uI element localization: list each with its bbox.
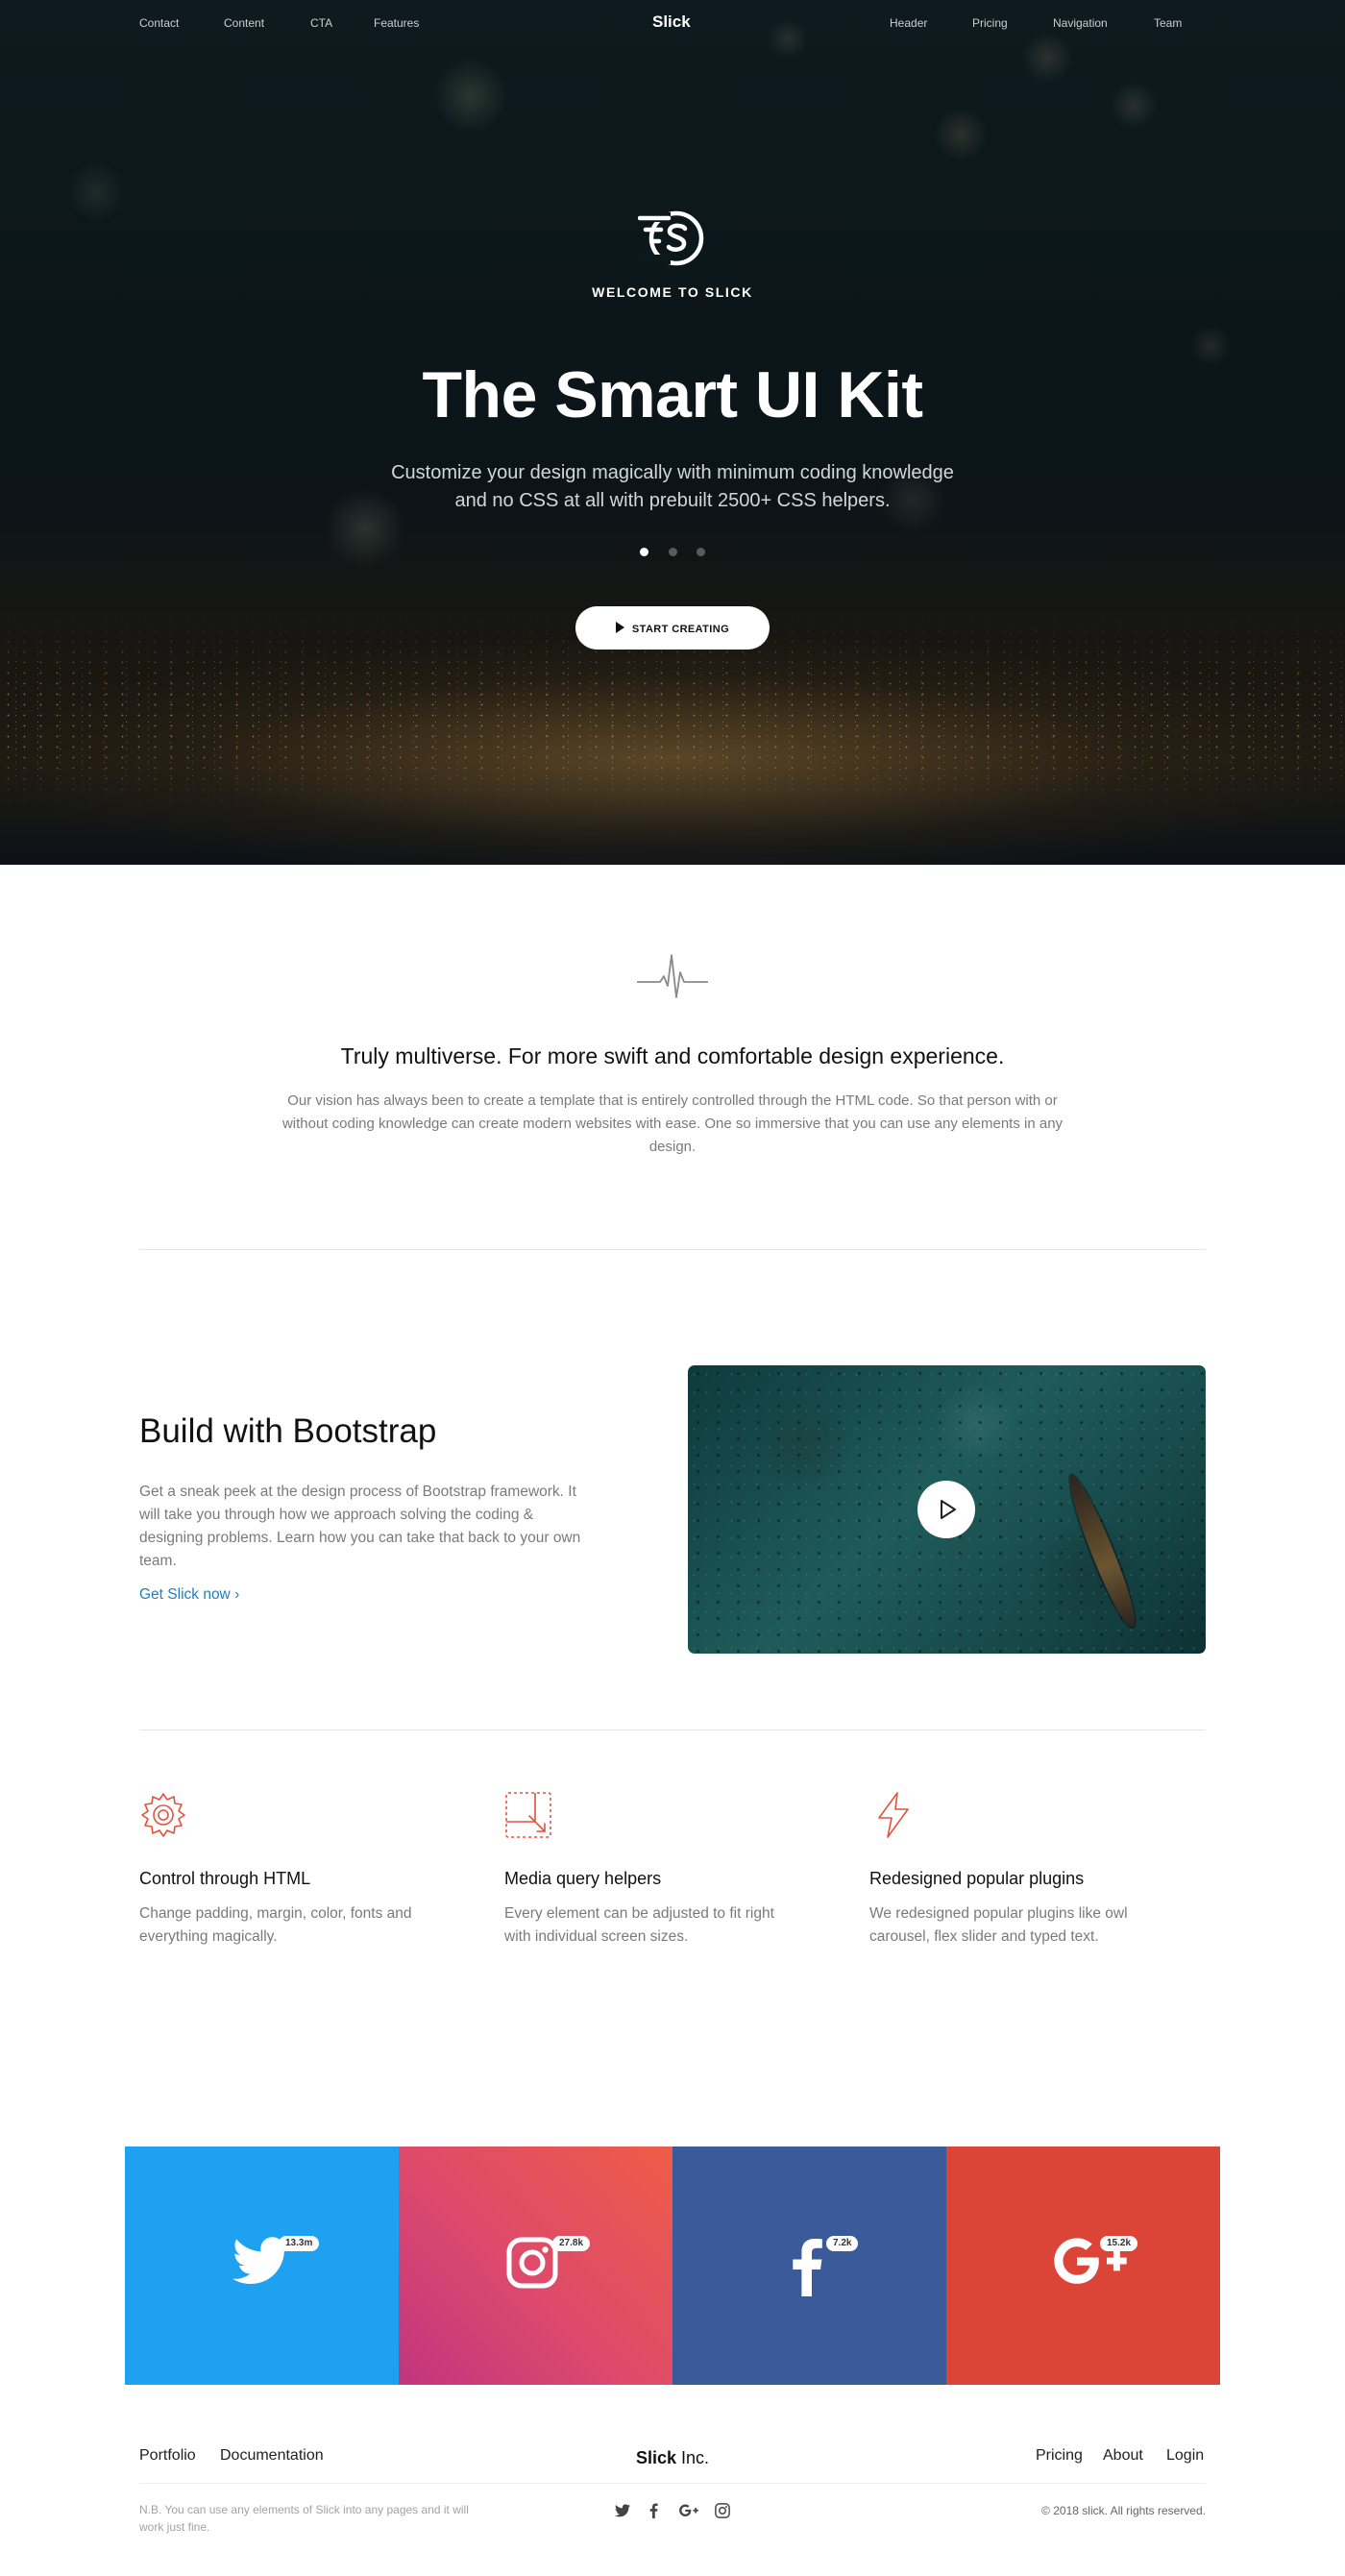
- nav-link-features[interactable]: Features: [374, 16, 419, 30]
- nav-link-header[interactable]: Header: [890, 16, 927, 30]
- instagram-follower-count: 27.8k: [552, 2236, 591, 2251]
- google-plus-follower-count: 15.2k: [1100, 2236, 1138, 2251]
- hero-eyebrow: WELCOME TO SLICK: [592, 284, 753, 300]
- build-heading: Build with Bootstrap: [139, 1412, 437, 1450]
- slick-s-logo-icon: [638, 210, 704, 266]
- instagram-tile[interactable]: 27.8k: [399, 2147, 672, 2385]
- facebook-icon[interactable]: [647, 2503, 662, 2518]
- footer-link-pricing[interactable]: Pricing: [1036, 2447, 1083, 2465]
- hero-subtitle-line: and no CSS at all with prebuilt 2500+ CS…: [454, 490, 891, 511]
- play-icon: [615, 621, 624, 633]
- instagram-icon[interactable]: [715, 2503, 730, 2518]
- footer-brand-name: Slick: [635, 2448, 676, 2467]
- footer-brand: Slick Inc.: [0, 2448, 1345, 2468]
- footer-brand-suffix: Inc.: [676, 2448, 710, 2467]
- feature-text: We redesigned popular plugins like owl c…: [869, 1905, 1128, 1945]
- intro-section: Truly multiverse. For more swift and com…: [0, 865, 1345, 1250]
- carousel-dot-3[interactable]: [696, 548, 705, 556]
- lightning-icon: [878, 1792, 909, 1838]
- google-plus-tile[interactable]: 15.2k: [946, 2147, 1220, 2385]
- get-slick-link[interactable]: Get Slick now ›: [139, 1586, 239, 1604]
- nav-link-pricing[interactable]: Pricing: [972, 16, 1008, 30]
- section-divider: [139, 1249, 1206, 1250]
- feature-title: Redesigned popular plugins: [869, 1869, 1085, 1888]
- nav-link-team[interactable]: Team: [1154, 16, 1182, 30]
- feature-card: Control through HTML Change padding, mar…: [139, 1791, 428, 1949]
- nav-link-cta[interactable]: CTA: [310, 16, 332, 30]
- carousel-dots: [0, 544, 1345, 561]
- social-tiles: 13.3m 27.8k 7.2k 15.2k: [125, 2147, 1220, 2385]
- resize-icon: [505, 1792, 551, 1838]
- carousel-dot-1[interactable]: [640, 548, 649, 556]
- twitter-follower-count: 13.3m: [279, 2236, 320, 2251]
- intro-heading: Truly multiverse. For more swift and com…: [340, 1043, 1005, 1068]
- pulse-icon: [637, 954, 708, 998]
- facebook-follower-count: 7.2k: [826, 2236, 859, 2251]
- carousel-dot-2[interactable]: [668, 548, 677, 556]
- hero-subtitle-line: Customize your design magically with min…: [391, 462, 954, 483]
- twitter-icon[interactable]: [615, 2503, 630, 2518]
- top-navigation: Contact Content CTA Features Slick Heade…: [0, 0, 1345, 46]
- hero-title: The Smart UI Kit: [422, 358, 923, 431]
- features-section: Control through HTML Change padding, mar…: [0, 1730, 1345, 2085]
- footer-note: N.B. You can use any elements of Slick i…: [139, 2503, 469, 2534]
- nav-link-navigation[interactable]: Navigation: [1053, 16, 1108, 30]
- footer-link-about[interactable]: About: [1103, 2447, 1143, 2465]
- feature-title: Control through HTML: [139, 1869, 311, 1888]
- hero-subtitle: Customize your design magically with min…: [336, 459, 1009, 515]
- feature-text: Every element can be adjusted to fit rig…: [504, 1905, 774, 1945]
- feature-title: Media query helpers: [504, 1869, 662, 1888]
- gear-icon: [141, 1793, 185, 1837]
- nav-brand[interactable]: Slick: [652, 12, 691, 32]
- footer: Portfolio Documentation Slick Inc. Prici…: [0, 2385, 1345, 2576]
- footer-link-login[interactable]: Login: [1166, 2447, 1204, 2465]
- get-slick-link-label: Get Slick now: [139, 1586, 231, 1603]
- feature-text: Change padding, margin, color, fonts and…: [139, 1905, 412, 1945]
- start-creating-label: START CREATING: [631, 623, 730, 635]
- play-icon: [941, 1500, 956, 1519]
- build-text: Get a sneak peek at the design process o…: [139, 1484, 581, 1569]
- intro-text: Our vision has always been to create a t…: [281, 1092, 1064, 1155]
- footer-copyright: © 2018 slick. All rights reserved.: [1041, 2504, 1206, 2517]
- start-creating-button[interactable]: START CREATING: [575, 606, 770, 650]
- twitter-tile[interactable]: 13.3m: [125, 2147, 399, 2385]
- feature-card: Media query helpers Every element can be…: [504, 1791, 793, 1949]
- video-thumbnail[interactable]: [688, 1365, 1206, 1654]
- chevron-right-icon: ›: [234, 1586, 240, 1603]
- hero-section: Contact Content CTA Features Slick Heade…: [0, 0, 1345, 865]
- facebook-tile[interactable]: 7.2k: [672, 2147, 946, 2385]
- instagram-icon: [506, 2237, 558, 2289]
- footer-divider: [139, 2483, 1206, 2484]
- build-section: Build with Bootstrap Get a sneak peek at…: [0, 1345, 1345, 1730]
- feature-card: Redesigned popular plugins We redesigned…: [869, 1791, 1158, 1949]
- nav-link-contact[interactable]: Contact: [139, 16, 179, 30]
- video-play-button[interactable]: [917, 1481, 975, 1538]
- nav-link-content[interactable]: Content: [224, 16, 264, 30]
- google-plus-icon[interactable]: [679, 2503, 698, 2518]
